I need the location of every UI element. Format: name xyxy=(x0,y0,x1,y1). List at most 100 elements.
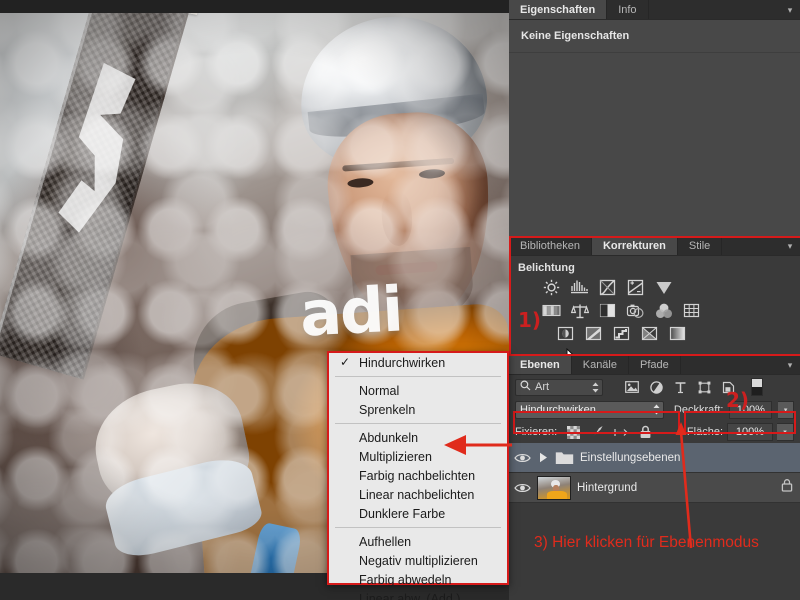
tab-info[interactable]: Info xyxy=(607,0,649,19)
menu-item-farbig-abwedeln[interactable]: Farbig abwedeln xyxy=(329,570,507,589)
chevron-down-icon[interactable]: ▾ xyxy=(778,401,794,419)
menu-item-dunklere-farbe[interactable]: Dunklere Farbe xyxy=(329,504,507,523)
blend-mode-dropdown[interactable]: Hindurchwirken Normal Sprenkeln Abdunkel… xyxy=(327,351,509,600)
annotation-marker-2: 2) xyxy=(726,388,750,412)
black-white-icon[interactable] xyxy=(597,301,618,320)
tab-label: Ebenen xyxy=(520,358,560,371)
tab-label: Stile xyxy=(688,239,711,252)
filter-toggle-icon[interactable] xyxy=(751,378,763,396)
panel-column: Eigenschaften Info ▾ Keine Eigenschaften… xyxy=(509,0,800,600)
fill-group: Fläche: 100% ▾ xyxy=(687,423,794,441)
lock-label: Fixieren: xyxy=(515,426,558,438)
menu-item-label: Hindurchwirken xyxy=(359,355,446,370)
lock-row: Fixieren: Fläche: 100% ▾ xyxy=(509,421,800,443)
tab-ebenen[interactable]: Ebenen xyxy=(509,355,572,374)
layer-filter-row: Art xyxy=(509,375,800,399)
channel-mixer-icon[interactable] xyxy=(653,301,674,320)
lock-image-icon[interactable] xyxy=(590,425,605,440)
tabbar-filler: ▾ xyxy=(680,355,800,374)
selective-color-icon[interactable] xyxy=(639,324,660,343)
menu-item-abdunkeln[interactable]: Abdunkeln xyxy=(329,428,507,447)
fill-value[interactable]: 100% xyxy=(727,423,773,441)
menu-item-normal[interactable]: Normal xyxy=(329,381,507,400)
tab-bibliotheken[interactable]: Bibliotheken xyxy=(509,236,592,255)
tab-label: Info xyxy=(618,3,637,16)
triangle-right-icon[interactable] xyxy=(537,451,549,465)
threshold-icon[interactable] xyxy=(611,324,632,343)
menu-item-label: Farbig abwedeln xyxy=(359,572,452,587)
menu-item-negativ-multiplizieren[interactable]: Negativ multiplizieren xyxy=(329,551,507,570)
posterize-icon[interactable] xyxy=(583,324,604,343)
menu-item-linear-abwedeln-add[interactable]: Linear abw. (Add.) xyxy=(329,589,507,600)
folder-icon xyxy=(555,450,574,465)
adjustments-icon-grid: 1) xyxy=(509,276,800,368)
menu-item-sprenkeln[interactable]: Sprenkeln xyxy=(329,400,507,419)
tabbar-filler: ▾ xyxy=(648,0,800,19)
annotation-marker-1: 1) xyxy=(518,308,542,332)
blend-mode-value: Hindurchwirken xyxy=(520,404,596,416)
panel-menu-icon[interactable]: ▾ xyxy=(784,240,796,252)
tab-label: Bibliotheken xyxy=(520,239,580,252)
tab-eigenschaften[interactable]: Eigenschaften xyxy=(509,0,608,19)
tab-label: Kanäle xyxy=(582,358,617,371)
panel-menu-icon[interactable]: ▾ xyxy=(784,359,796,371)
adjustment-layer-filter-icon[interactable] xyxy=(649,380,663,394)
menu-item-label: Multiplizieren xyxy=(359,449,432,464)
chevron-down-icon[interactable]: ▾ xyxy=(777,423,794,441)
eye-icon[interactable] xyxy=(513,479,531,497)
menu-item-linear-nachbelichten[interactable]: Linear nachbelichten xyxy=(329,485,507,504)
layer-row-hintergrund[interactable]: Hintergrund xyxy=(509,473,800,503)
color-balance-icon[interactable] xyxy=(569,301,590,320)
menu-item-farbig-nachbelichten[interactable]: Farbig nachbelichten xyxy=(329,466,507,485)
tab-stile[interactable]: Stile xyxy=(677,236,723,255)
layer-filter-type-select[interactable]: Art xyxy=(515,378,603,396)
gradient-map-icon[interactable] xyxy=(667,324,688,343)
adjustments-row-2 xyxy=(509,301,800,320)
pixel-layer-filter-icon[interactable] xyxy=(625,380,639,394)
tabbar-filler: ▾ xyxy=(722,236,800,255)
brightness-contrast-icon[interactable] xyxy=(541,278,562,297)
menu-separator xyxy=(335,376,501,377)
opacity-label: Deckkraft: xyxy=(673,404,724,416)
menu-item-label: Abdunkeln xyxy=(359,430,419,445)
menu-item-multiplizieren[interactable]: Multiplizieren xyxy=(329,447,507,466)
exposure-icon[interactable] xyxy=(625,278,646,297)
photo-filter-icon[interactable] xyxy=(625,301,646,320)
lock-position-icon[interactable] xyxy=(614,425,629,440)
properties-empty-message: Keine Eigenschaften xyxy=(521,30,630,42)
menu-item-label: Linear nachbelichten xyxy=(359,487,475,502)
lock-all-icon[interactable] xyxy=(638,425,653,440)
menu-item-label: Normal xyxy=(359,383,400,398)
tab-pfade[interactable]: Pfade xyxy=(629,355,681,374)
layer-thumbnail[interactable] xyxy=(537,475,571,500)
levels-icon[interactable] xyxy=(569,278,590,297)
layer-name: Hintergrund xyxy=(577,481,638,494)
vibrance-icon[interactable] xyxy=(653,278,674,297)
tab-kanaele[interactable]: Kanäle xyxy=(571,355,629,374)
tab-label: Korrekturen xyxy=(602,239,666,252)
lock-transparency-icon[interactable] xyxy=(566,425,581,440)
curves-icon[interactable] xyxy=(597,278,618,297)
layers-panel: Ebenen Kanäle Pfade ▾ Art Hindurchwirken… xyxy=(509,355,800,526)
tab-korrekturen[interactable]: Korrekturen xyxy=(591,236,678,255)
shape-layer-filter-icon[interactable] xyxy=(697,380,711,394)
lock-icon xyxy=(781,478,793,497)
blend-mode-select[interactable]: Hindurchwirken xyxy=(515,401,664,419)
eye-icon[interactable] xyxy=(513,449,531,467)
stepper-icon[interactable] xyxy=(653,404,660,415)
hue-saturation-icon[interactable] xyxy=(541,301,562,320)
menu-item-hindurchwirken[interactable]: Hindurchwirken xyxy=(329,353,507,372)
invert-icon[interactable] xyxy=(555,324,576,343)
menu-item-label: Dunklere Farbe xyxy=(359,506,446,521)
color-lookup-icon[interactable] xyxy=(681,301,702,320)
menu-item-label: Sprenkeln xyxy=(359,402,416,417)
layer-row-einstellungsebenen[interactable]: Einstellungsebenen xyxy=(509,443,800,473)
stepper-icon[interactable] xyxy=(592,382,599,393)
adjustments-tabbar: Bibliotheken Korrekturen Stile ▾ xyxy=(509,236,800,256)
layers-tabbar: Ebenen Kanäle Pfade ▾ xyxy=(509,355,800,375)
menu-item-aufhellen[interactable]: Aufhellen xyxy=(329,532,507,551)
type-layer-filter-icon[interactable] xyxy=(673,380,687,394)
panel-menu-icon[interactable]: ▾ xyxy=(784,4,796,16)
search-icon xyxy=(520,378,531,396)
menu-item-label: Aufhellen xyxy=(359,534,412,549)
